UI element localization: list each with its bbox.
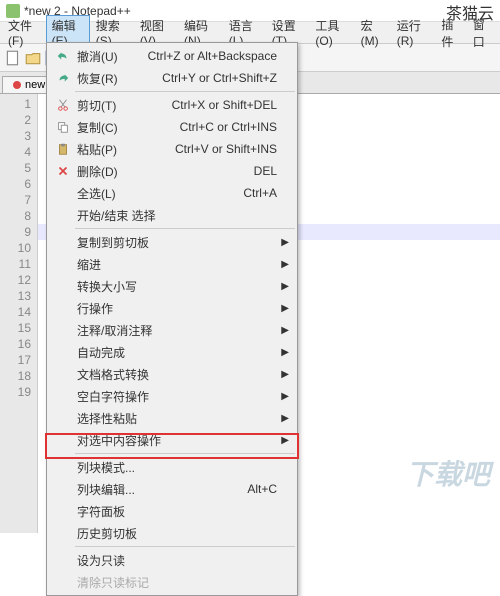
- submenu-arrow-icon: ▶: [281, 325, 289, 336]
- line-number: 10: [0, 240, 31, 256]
- new-file-icon[interactable]: [4, 49, 22, 67]
- line-number: 8: [0, 208, 31, 224]
- line-number: 4: [0, 144, 31, 160]
- menu-eol-conversion[interactable]: 文档格式转换 ▶: [49, 363, 295, 385]
- menu-column-mode[interactable]: 列块模式...: [49, 456, 295, 478]
- line-number: 15: [0, 320, 31, 336]
- line-number: 16: [0, 336, 31, 352]
- menu-macro[interactable]: 宏(M): [355, 15, 391, 50]
- line-number: 11: [0, 256, 31, 272]
- menu-separator: [75, 91, 295, 92]
- line-number: 6: [0, 176, 31, 192]
- menu-paste-special[interactable]: 选择性粘贴 ▶: [49, 407, 295, 429]
- menu-blank-ops[interactable]: 空白字符操作 ▶: [49, 385, 295, 407]
- menu-undo[interactable]: 撤消(U) Ctrl+Z or Alt+Backspace: [49, 45, 295, 67]
- menu-convert-case[interactable]: 转换大小写 ▶: [49, 275, 295, 297]
- menu-on-selection[interactable]: 对选中内容操作 ▶: [49, 429, 295, 451]
- menu-column-editor[interactable]: 列块编辑... Alt+C: [49, 478, 295, 500]
- line-number: 19: [0, 384, 31, 400]
- line-number: 2: [0, 112, 31, 128]
- menu-file[interactable]: 文件(F): [2, 15, 46, 50]
- line-number: 3: [0, 128, 31, 144]
- menu-copy-to-clipboard[interactable]: 复制到剪切板 ▶: [49, 231, 295, 253]
- line-number: 14: [0, 304, 31, 320]
- submenu-arrow-icon: ▶: [281, 369, 289, 380]
- submenu-arrow-icon: ▶: [281, 259, 289, 270]
- line-number: 13: [0, 288, 31, 304]
- paste-icon: [53, 142, 73, 156]
- menu-line-ops[interactable]: 行操作 ▶: [49, 297, 295, 319]
- submenu-arrow-icon: ▶: [281, 303, 289, 314]
- submenu-arrow-icon: ▶: [281, 391, 289, 402]
- menu-separator: [75, 453, 295, 454]
- line-number: 17: [0, 352, 31, 368]
- menu-indent[interactable]: 缩进 ▶: [49, 253, 295, 275]
- watermark-bottom-right: 下载吧: [406, 453, 490, 493]
- menu-begin-end-select[interactable]: 开始/结束 选择: [49, 204, 295, 226]
- line-number: 9: [0, 224, 31, 240]
- menu-bar: 文件(F) 编辑(E) 搜索(S) 视图(V) 编码(N) 语言(L) 设置(T…: [0, 22, 500, 44]
- menu-comment[interactable]: 注释/取消注释 ▶: [49, 319, 295, 341]
- menu-select-all[interactable]: 全选(L) Ctrl+A: [49, 182, 295, 204]
- menu-paste[interactable]: 粘贴(P) Ctrl+V or Shift+INS: [49, 138, 295, 160]
- line-number-gutter: 12345678910111213141516171819: [0, 94, 38, 533]
- watermark-top-right: 茶猫云: [446, 0, 494, 24]
- menu-auto-complete[interactable]: 自动完成 ▶: [49, 341, 295, 363]
- menu-separator: [75, 228, 295, 229]
- line-number: 7: [0, 192, 31, 208]
- submenu-arrow-icon: ▶: [281, 281, 289, 292]
- edit-menu-dropdown: 撤消(U) Ctrl+Z or Alt+Backspace 恢复(R) Ctrl…: [46, 42, 298, 596]
- submenu-arrow-icon: ▶: [281, 237, 289, 248]
- menu-copy[interactable]: 复制(C) Ctrl+C or Ctrl+INS: [49, 116, 295, 138]
- redo-icon: [53, 71, 73, 85]
- menu-tools[interactable]: 工具(O): [309, 15, 354, 50]
- line-number: 12: [0, 272, 31, 288]
- line-number: 1: [0, 96, 31, 112]
- delete-icon: [53, 164, 73, 178]
- copy-icon: [53, 120, 73, 134]
- line-number: 18: [0, 368, 31, 384]
- menu-redo[interactable]: 恢复(R) Ctrl+Y or Ctrl+Shift+Z: [49, 67, 295, 89]
- line-number: 5: [0, 160, 31, 176]
- submenu-arrow-icon: ▶: [281, 347, 289, 358]
- submenu-arrow-icon: ▶: [281, 413, 289, 424]
- cut-icon: [53, 98, 73, 112]
- menu-clipboard-history[interactable]: 历史剪切板: [49, 522, 295, 544]
- menu-cut[interactable]: 剪切(T) Ctrl+X or Shift+DEL: [49, 94, 295, 116]
- submenu-arrow-icon: ▶: [281, 435, 289, 446]
- menu-delete[interactable]: 删除(D) DEL: [49, 160, 295, 182]
- undo-icon: [53, 49, 73, 63]
- menu-character-panel[interactable]: 字符面板: [49, 500, 295, 522]
- menu-separator: [75, 546, 295, 547]
- menu-clear-readonly: 清除只读标记: [49, 571, 295, 593]
- menu-set-readonly[interactable]: 设为只读: [49, 549, 295, 571]
- modified-dot-icon: [13, 81, 21, 89]
- menu-run[interactable]: 运行(R): [391, 15, 436, 50]
- open-file-icon[interactable]: [24, 49, 42, 67]
